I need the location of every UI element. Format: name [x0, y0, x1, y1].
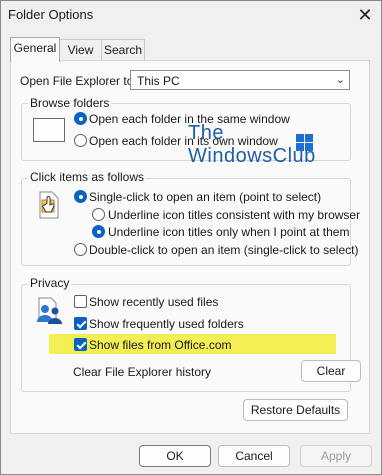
- tab-view[interactable]: View: [59, 39, 102, 61]
- radio-underline-browser-label[interactable]: Underline icon titles consistent with my…: [108, 208, 360, 222]
- checkbox-office-files-label[interactable]: Show files from Office.com: [89, 338, 232, 352]
- checkbox-office-files[interactable]: [74, 338, 87, 351]
- radio-underline-point[interactable]: [92, 225, 105, 238]
- window-preview-icon: [33, 118, 65, 142]
- open-explorer-label: Open File Explorer to:: [20, 74, 137, 88]
- checkbox-frequent-folders[interactable]: [74, 317, 87, 330]
- ok-button[interactable]: OK: [139, 445, 211, 467]
- radio-same-window[interactable]: [74, 112, 87, 125]
- privacy-legend: Privacy: [28, 276, 72, 290]
- clear-history-label: Clear File Explorer history: [73, 365, 212, 379]
- checkbox-recent-files-label[interactable]: Show recently used files: [89, 295, 218, 309]
- click-items-legend: Click items as follows: [28, 170, 147, 184]
- checkbox-recent-files[interactable]: [74, 295, 87, 308]
- tab-general[interactable]: General: [10, 37, 60, 62]
- apply-button[interactable]: Apply: [300, 445, 372, 467]
- checkbox-frequent-folders-label[interactable]: Show frequently used folders: [89, 317, 244, 331]
- clear-button[interactable]: Clear: [301, 360, 361, 382]
- browse-folders-legend: Browse folders: [28, 96, 112, 110]
- window-title: Folder Options: [8, 7, 94, 22]
- radio-double-click-label[interactable]: Double-click to open an item (single-cli…: [89, 243, 358, 257]
- restore-defaults-button[interactable]: Restore Defaults: [243, 399, 348, 421]
- watermark-line1: The: [188, 122, 224, 144]
- radio-own-window[interactable]: [74, 134, 87, 147]
- windows-logo-icon: [296, 134, 313, 151]
- tab-search[interactable]: Search: [101, 39, 145, 61]
- close-icon[interactable]: ✕: [352, 2, 378, 28]
- cancel-button[interactable]: Cancel: [218, 445, 290, 467]
- privacy-people-icon: [33, 294, 65, 326]
- radio-single-click-label[interactable]: Single-click to open an item (point to s…: [89, 190, 321, 204]
- radio-underline-browser[interactable]: [92, 208, 105, 221]
- radio-single-click[interactable]: [74, 190, 87, 203]
- radio-double-click[interactable]: [74, 243, 87, 256]
- open-explorer-dropdown[interactable]: This PC ⌄: [130, 70, 350, 90]
- open-explorer-value: This PC: [137, 74, 180, 88]
- pointing-hand-icon: [36, 190, 62, 220]
- chevron-down-icon: ⌄: [335, 74, 345, 86]
- radio-underline-point-label[interactable]: Underline icon titles only when I point …: [108, 225, 349, 239]
